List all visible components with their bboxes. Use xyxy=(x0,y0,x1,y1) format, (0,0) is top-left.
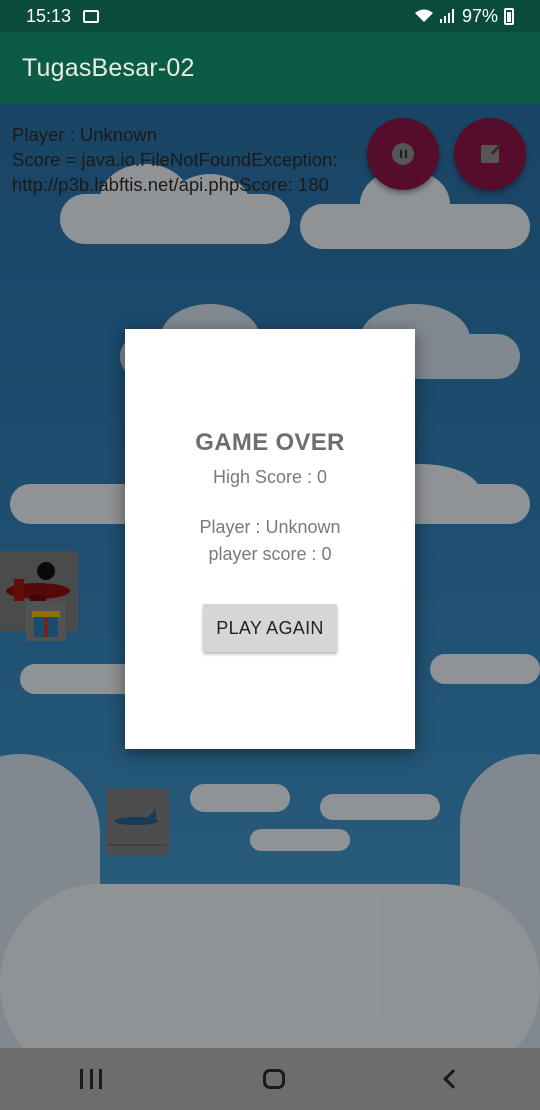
image-icon xyxy=(83,9,100,23)
battery-percent: 97% xyxy=(461,5,498,26)
high-score-text: High Score : 0 xyxy=(212,467,328,487)
battery-icon xyxy=(504,7,514,25)
player-name-text: Player : Unknown xyxy=(199,517,341,537)
game-over-dialog: GAME OVER High Score : 0 Player : Unknow… xyxy=(125,329,415,749)
status-bar: 15:13 97% xyxy=(0,0,540,32)
player-score-text: player score : 0 xyxy=(208,544,332,564)
status-time: 15:13 xyxy=(26,5,72,26)
app-title: TugasBesar-02 xyxy=(22,53,195,82)
dialog-title: GAME OVER xyxy=(195,429,345,456)
back-icon[interactable] xyxy=(442,1069,463,1089)
recents-icon[interactable] xyxy=(80,1069,103,1089)
navigation-bar xyxy=(0,1048,540,1110)
signal-icon xyxy=(439,9,456,23)
wifi-icon xyxy=(414,9,433,22)
app-bar: TugasBesar-02 xyxy=(0,32,540,104)
home-icon[interactable] xyxy=(262,1069,285,1089)
play-again-button[interactable]: PLAY AGAIN xyxy=(203,604,337,652)
status-right: 97% xyxy=(414,6,514,27)
